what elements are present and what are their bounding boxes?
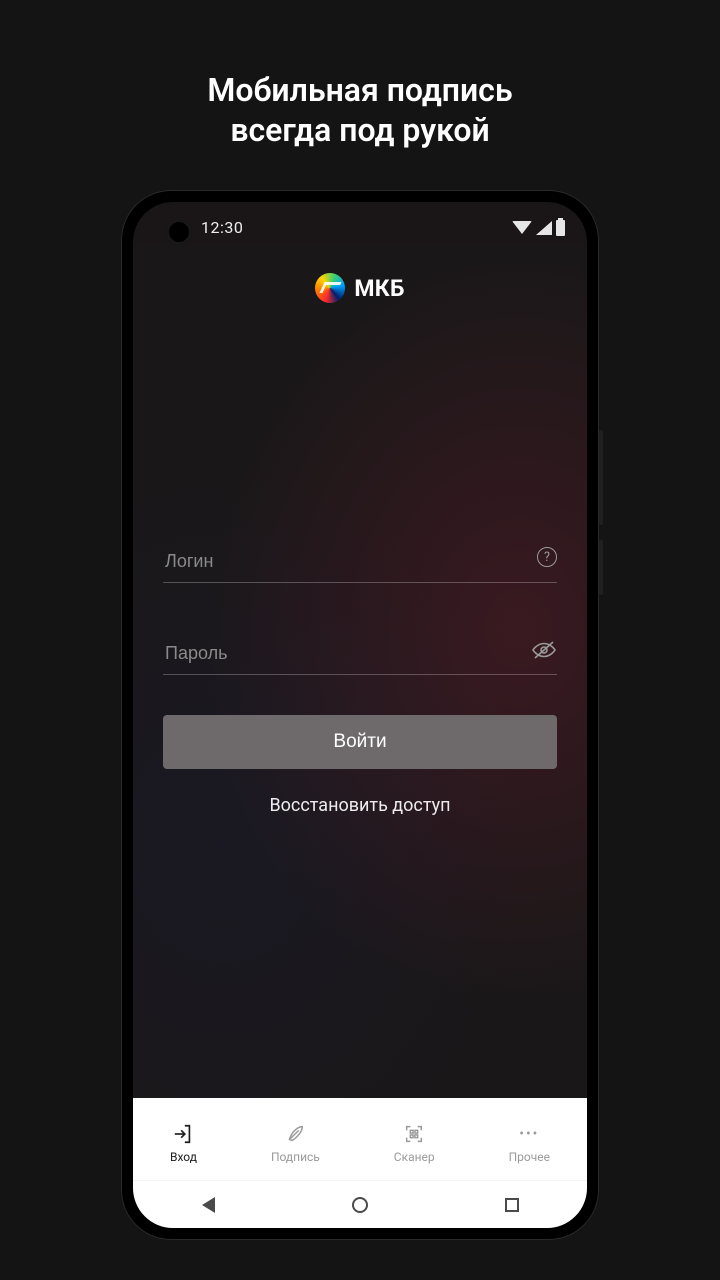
qr-scan-icon [402, 1122, 426, 1146]
tab-label: Вход [170, 1150, 197, 1164]
cell-signal-icon [536, 221, 552, 235]
login-field-wrap: ? [163, 543, 557, 583]
recover-access-link[interactable]: Восстановить доступ [163, 795, 557, 816]
nav-home-icon[interactable] [352, 1197, 368, 1213]
nav-recent-icon[interactable] [505, 1198, 519, 1212]
app-screen: МКБ ? [133, 245, 587, 1098]
tab-scanner[interactable]: Сканер [394, 1122, 435, 1164]
tab-signature[interactable]: Подпись [271, 1122, 320, 1164]
help-icon[interactable]: ? [537, 547, 557, 567]
phone-frame: 12:30 МКБ ? [121, 190, 599, 1240]
login-input[interactable] [165, 551, 523, 572]
eye-off-icon[interactable] [531, 639, 557, 665]
tab-more[interactable]: ••• Прочее [509, 1122, 550, 1164]
phone-mockup: 12:30 МКБ ? [121, 190, 599, 1240]
brand-logo-icon [315, 273, 345, 303]
tab-bar: Вход Подпись [133, 1098, 587, 1180]
password-field-wrap [163, 635, 557, 675]
page-title-line2: всегда под рукой [230, 111, 489, 149]
camera-cutout [169, 222, 189, 242]
enter-icon [171, 1122, 195, 1146]
login-form: ? Войти Восстановить дос [163, 543, 557, 816]
power-button [599, 540, 603, 595]
feather-icon [283, 1122, 307, 1146]
password-input[interactable] [165, 643, 523, 664]
tab-label: Подпись [271, 1150, 320, 1164]
system-nav-bar [133, 1180, 587, 1228]
brand-name: МКБ [354, 275, 404, 302]
page-title: Мобильная подпись всегда под рукой [207, 70, 512, 150]
login-button[interactable]: Войти [163, 715, 557, 769]
nav-back-icon[interactable] [202, 1197, 215, 1213]
status-icons [512, 220, 565, 236]
bottom-area: Вход Подпись [133, 1098, 587, 1228]
phone-screen: 12:30 МКБ ? [133, 202, 587, 1228]
page-title-line1: Мобильная подпись [207, 71, 512, 109]
tab-label: Прочее [509, 1150, 550, 1164]
brand-header: МКБ [163, 273, 557, 303]
wifi-icon [512, 221, 532, 234]
tab-label: Сканер [394, 1150, 435, 1164]
volume-button [599, 430, 603, 525]
more-icon: ••• [517, 1122, 541, 1146]
clock: 12:30 [201, 218, 243, 237]
tab-login[interactable]: Вход [170, 1122, 197, 1164]
status-bar: 12:30 [133, 202, 587, 245]
battery-icon [556, 220, 565, 236]
